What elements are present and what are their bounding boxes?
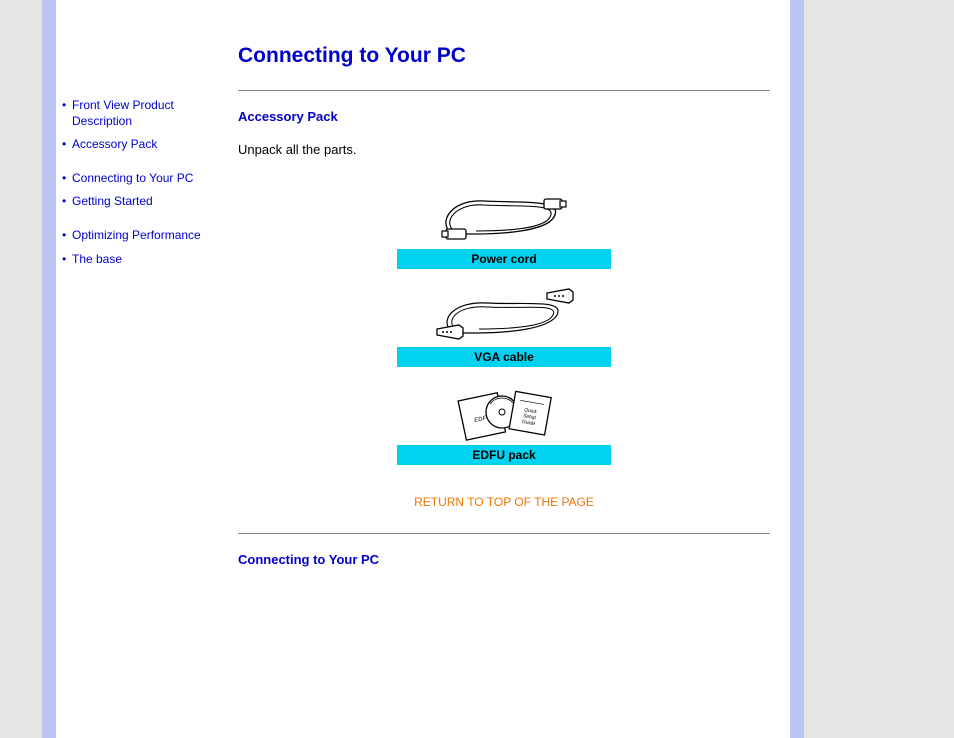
accessory-pack-text: Unpack all the parts. <box>238 142 770 157</box>
vga-cable-figure <box>397 283 611 347</box>
page-title: Connecting to Your PC <box>238 44 770 68</box>
outer-left-gutter <box>0 0 42 738</box>
edfu-pack-caption: EDFU pack <box>397 445 611 465</box>
accessory-list: Power cord VG <box>397 185 611 465</box>
section-heading-accessory-pack: Accessory Pack <box>238 109 770 124</box>
sidebar-item-getting-started[interactable]: Getting Started <box>64 190 224 214</box>
power-cord-figure <box>397 185 611 249</box>
sidebar-item-the-base[interactable]: The base <box>64 248 224 272</box>
sidebar-nav: Front View Product Description Accessory… <box>56 0 234 738</box>
outer-right-gutter <box>804 0 954 738</box>
power-cord-caption: Power cord <box>397 249 611 269</box>
sidebar-item-connecting[interactable]: Connecting to Your PC <box>64 167 224 191</box>
sidebar-item-optimizing[interactable]: Optimizing Performance <box>64 224 224 248</box>
section-heading-connecting: Connecting to Your PC <box>238 552 770 567</box>
divider-top <box>238 90 770 91</box>
left-blue-margin <box>42 0 56 738</box>
return-to-top-link[interactable]: RETURN TO TOP OF THE PAGE <box>238 495 770 509</box>
edfu-pack-figure: EDFU Quick Setup Guide <box>397 381 611 445</box>
divider-bottom <box>238 533 770 534</box>
sidebar-item-front-view[interactable]: Front View Product Description <box>64 94 224 133</box>
sidebar-item-accessory-pack[interactable]: Accessory Pack <box>64 133 224 157</box>
vga-cable-caption: VGA cable <box>397 347 611 367</box>
right-blue-margin <box>790 0 804 738</box>
